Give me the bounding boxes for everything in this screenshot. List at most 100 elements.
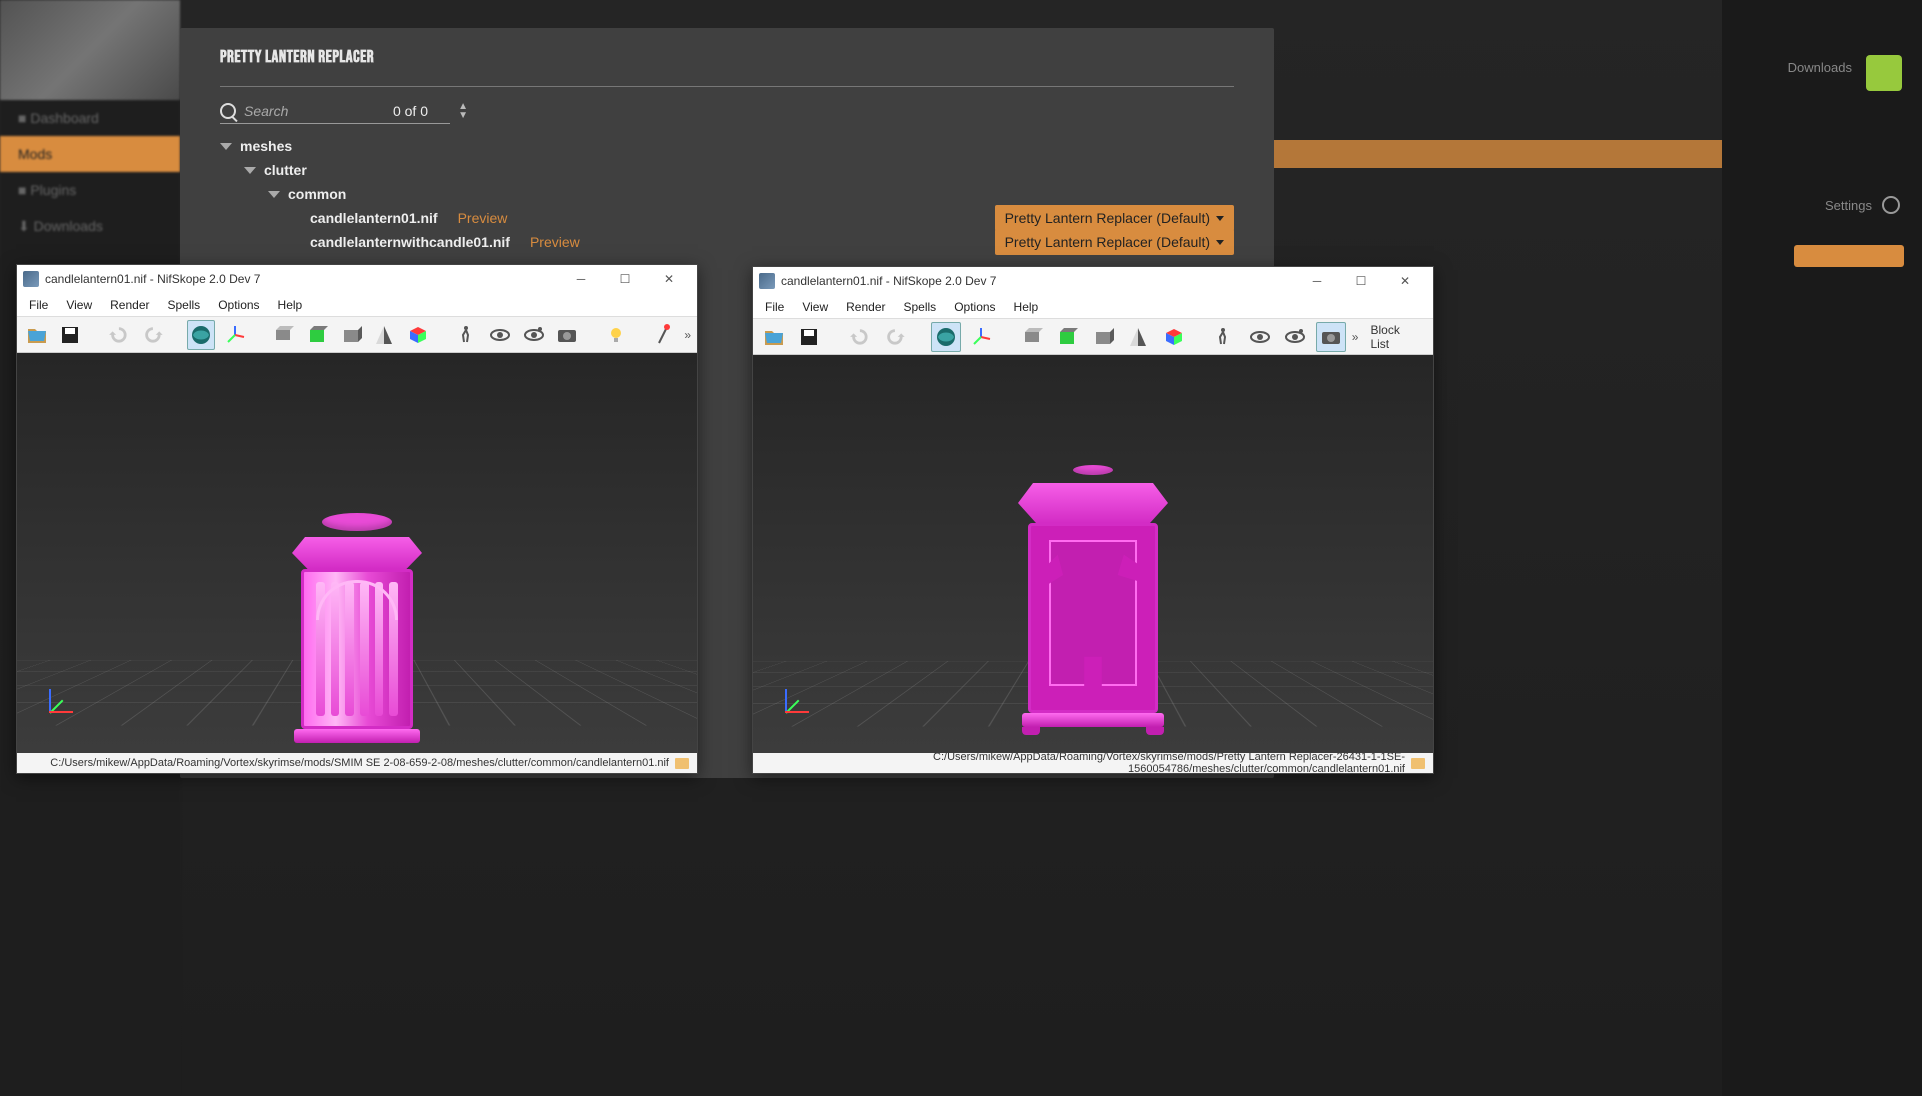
toggle-icon[interactable]: [220, 143, 232, 150]
sidebar-item-downloads[interactable]: ⬇ Downloads: [0, 208, 180, 245]
view-front-icon[interactable]: [1053, 322, 1083, 352]
close-button[interactable]: [647, 265, 691, 293]
folder-icon[interactable]: [675, 758, 689, 769]
mod-source-dropdown[interactable]: Pretty Lantern Replacer (Default): [995, 205, 1234, 231]
search-field[interactable]: 0 of 0 ▲ ▼: [220, 103, 450, 124]
light-icon[interactable]: [602, 320, 630, 350]
titlebar[interactable]: candlelantern01.nif - NifSkope 2.0 Dev 7: [753, 267, 1433, 295]
settings-link[interactable]: Settings: [1825, 196, 1900, 214]
view-persp-icon[interactable]: [1159, 322, 1189, 352]
window-title: candlelantern01.nif - NifSkope 2.0 Dev 7: [781, 274, 996, 288]
menu-options[interactable]: Options: [946, 298, 1003, 316]
search-input[interactable]: [244, 103, 364, 119]
toggle-icon[interactable]: [244, 167, 256, 174]
close-button[interactable]: [1383, 267, 1427, 295]
tree-file-row: candlelantern01.nif Preview Pretty Lante…: [220, 206, 1234, 230]
tree-node-meshes[interactable]: meshes: [220, 134, 1234, 158]
menu-spells[interactable]: Spells: [160, 296, 209, 314]
show-nodes-icon[interactable]: [1281, 322, 1311, 352]
redo-icon[interactable]: [881, 322, 911, 352]
sidebar-item-mods[interactable]: Mods: [0, 136, 180, 172]
chevron-down-icon[interactable]: ▼: [458, 112, 468, 120]
menu-render[interactable]: Render: [838, 298, 893, 316]
open-file-icon[interactable]: [759, 322, 789, 352]
sidebar-item-plugins[interactable]: ■ Plugins: [0, 172, 180, 208]
animation-icon[interactable]: [651, 320, 679, 350]
menu-file[interactable]: File: [21, 296, 56, 314]
undo-icon[interactable]: [105, 320, 133, 350]
globe-icon[interactable]: [931, 322, 961, 352]
menu-help[interactable]: Help: [270, 296, 311, 314]
tree-label: common: [288, 186, 346, 202]
toolbar-overflow[interactable]: »: [684, 328, 691, 342]
axes-icon[interactable]: [221, 320, 249, 350]
show-nodes-icon[interactable]: [520, 320, 548, 350]
view-persp-icon[interactable]: [404, 320, 432, 350]
view-top-icon[interactable]: [1017, 322, 1047, 352]
tree-node-common[interactable]: common: [220, 182, 1234, 206]
tree-label: clutter: [264, 162, 307, 178]
viewport[interactable]: [753, 355, 1433, 753]
toolbar: »: [17, 317, 697, 353]
block-list-label[interactable]: Block List: [1364, 323, 1427, 351]
toggle-icon[interactable]: [268, 191, 280, 198]
axes-icon[interactable]: [967, 322, 997, 352]
maximize-button[interactable]: [603, 265, 647, 293]
tree-node-clutter[interactable]: clutter: [220, 158, 1234, 182]
mod-source-dropdown[interactable]: Pretty Lantern Replacer (Default): [995, 229, 1234, 255]
lantern-model-replacer[interactable]: [1018, 465, 1168, 735]
titlebar[interactable]: candlelantern01.nif - NifSkope 2.0 Dev 7: [17, 265, 697, 293]
tree-file-row: candlelanternwithcandle01.nif Preview Pr…: [220, 230, 1234, 254]
nifskope-icon: [23, 271, 39, 287]
menu-file[interactable]: File: [757, 298, 792, 316]
vortex-right-panel: Downloads Settings: [1722, 0, 1922, 1096]
window-title: candlelantern01.nif - NifSkope 2.0 Dev 7: [45, 272, 260, 286]
menu-view[interactable]: View: [58, 296, 100, 314]
show-hidden-icon[interactable]: [486, 320, 514, 350]
view-front-icon[interactable]: [303, 320, 331, 350]
screenshot-icon[interactable]: [554, 320, 582, 350]
caret-down-icon: [1216, 240, 1224, 245]
maximize-button[interactable]: [1339, 267, 1383, 295]
minimize-button[interactable]: [1295, 267, 1339, 295]
lantern-model-smim[interactable]: [292, 513, 422, 743]
search-icon: [220, 103, 236, 119]
sidebar-item-dashboard[interactable]: ■ Dashboard: [0, 100, 180, 136]
save-icon[interactable]: [57, 320, 85, 350]
file-name[interactable]: candlelanternwithcandle01.nif: [310, 234, 510, 250]
view-top-icon[interactable]: [270, 320, 298, 350]
undo-icon[interactable]: [845, 322, 875, 352]
axis-gizmo: [773, 685, 805, 717]
nifskope-icon: [759, 273, 775, 289]
view-flip-icon[interactable]: [371, 320, 399, 350]
walk-icon[interactable]: [1210, 322, 1240, 352]
screenshot-icon[interactable]: [1316, 322, 1346, 352]
menu-options[interactable]: Options: [210, 296, 267, 314]
view-flip-icon[interactable]: [1124, 322, 1154, 352]
viewport[interactable]: [17, 353, 697, 753]
walk-icon[interactable]: [453, 320, 481, 350]
globe-icon[interactable]: [187, 320, 215, 350]
open-file-icon[interactable]: [23, 320, 51, 350]
folder-icon[interactable]: [1411, 758, 1425, 769]
view-side-icon[interactable]: [1088, 322, 1118, 352]
minimize-button[interactable]: [559, 265, 603, 293]
user-avatar[interactable]: [1866, 55, 1902, 91]
file-name[interactable]: candlelantern01.nif: [310, 210, 438, 226]
save-icon[interactable]: [795, 322, 825, 352]
redo-icon[interactable]: [139, 320, 167, 350]
menu-help[interactable]: Help: [1006, 298, 1047, 316]
menubar: File View Render Spells Options Help: [753, 295, 1433, 319]
search-nav[interactable]: ▲ ▼: [458, 103, 468, 120]
notification-badge[interactable]: [1794, 245, 1904, 267]
menu-render[interactable]: Render: [102, 296, 157, 314]
preview-link[interactable]: Preview: [458, 210, 508, 226]
menu-spells[interactable]: Spells: [896, 298, 945, 316]
file-tree: meshes clutter common candlelantern01.ni…: [220, 134, 1234, 254]
show-hidden-icon[interactable]: [1245, 322, 1275, 352]
menu-view[interactable]: View: [794, 298, 836, 316]
view-side-icon[interactable]: [337, 320, 365, 350]
toolbar-overflow[interactable]: »: [1352, 330, 1359, 344]
preview-link[interactable]: Preview: [530, 234, 580, 250]
modal-title: PRETTY LANTERN REPLACER: [220, 48, 1234, 68]
